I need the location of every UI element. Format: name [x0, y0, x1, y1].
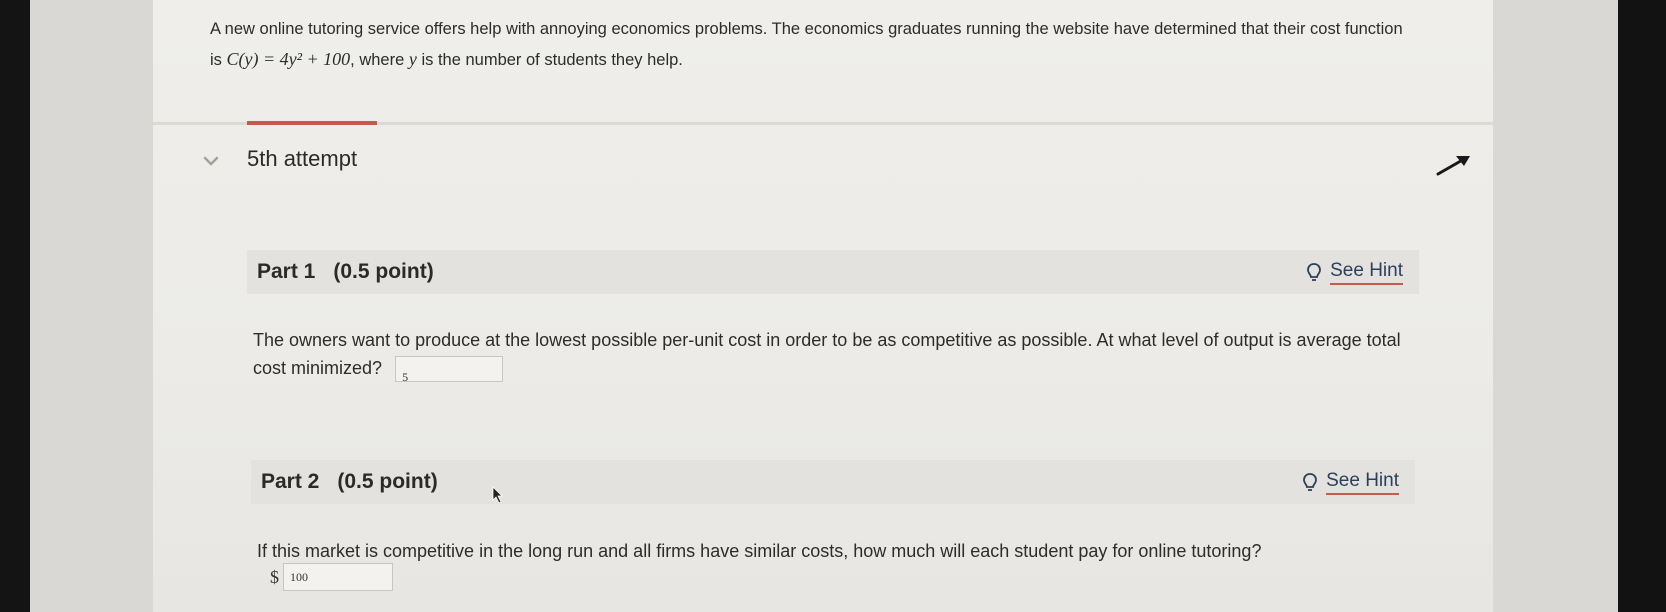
problem-text-mid: , where — [350, 51, 409, 69]
part-1-see-hint-link[interactable]: See Hint — [1306, 260, 1403, 285]
screen-bezel-left — [0, 0, 30, 612]
part-1-hint-label[interactable]: See Hint — [1330, 260, 1403, 285]
part-1-label: Part 1 — [257, 260, 316, 283]
problem-text-after: is the number of students they help. — [416, 51, 683, 69]
variable-y: y — [408, 49, 417, 69]
part-1-title: Part 1 (0.5 point) — [257, 260, 434, 284]
screen-bezel-right — [1618, 0, 1666, 612]
mouse-cursor-icon — [492, 486, 503, 504]
part-2-label: Part 2 — [261, 470, 320, 493]
part-1-header: Part 1 (0.5 point) See Hint — [247, 250, 1419, 294]
part-1-points: (0.5 point) — [333, 260, 434, 283]
cost-function-formula: C(y) = 4y² + 100 — [226, 49, 351, 69]
part-2-question: If this market is competitive in the lon… — [257, 537, 1407, 565]
part-2-title: Part 2 (0.5 point) — [261, 470, 438, 494]
part-2-header: Part 2 (0.5 point) See Hint — [251, 460, 1415, 504]
attempt-tab-indicator — [247, 121, 377, 125]
part-2-hint-label[interactable]: See Hint — [1326, 470, 1399, 495]
problem-statement: A new online tutoring service offers hel… — [210, 14, 1410, 75]
part-2-question-text: If this market is competitive in the lon… — [257, 541, 1262, 561]
arrow-up-right-icon[interactable] — [1434, 150, 1474, 180]
chevron-down-icon[interactable] — [202, 152, 220, 170]
part-1-answer-input[interactable]: 5 — [395, 356, 504, 384]
part-1-question: The owners want to produce at the lowest… — [253, 326, 1403, 384]
part-2-answer-input[interactable]: 100 — [283, 563, 393, 591]
attempt-label[interactable]: 5th attempt — [247, 146, 357, 172]
question-panel — [153, 0, 1493, 612]
part-2-see-hint-link[interactable]: See Hint — [1302, 470, 1399, 495]
currency-symbol: $ — [270, 566, 279, 587]
part-2-answer-row: $ 100 — [270, 563, 393, 591]
lightbulb-icon — [1303, 473, 1318, 491]
part-2-points: (0.5 point) — [337, 470, 438, 493]
lightbulb-icon — [1307, 263, 1322, 281]
